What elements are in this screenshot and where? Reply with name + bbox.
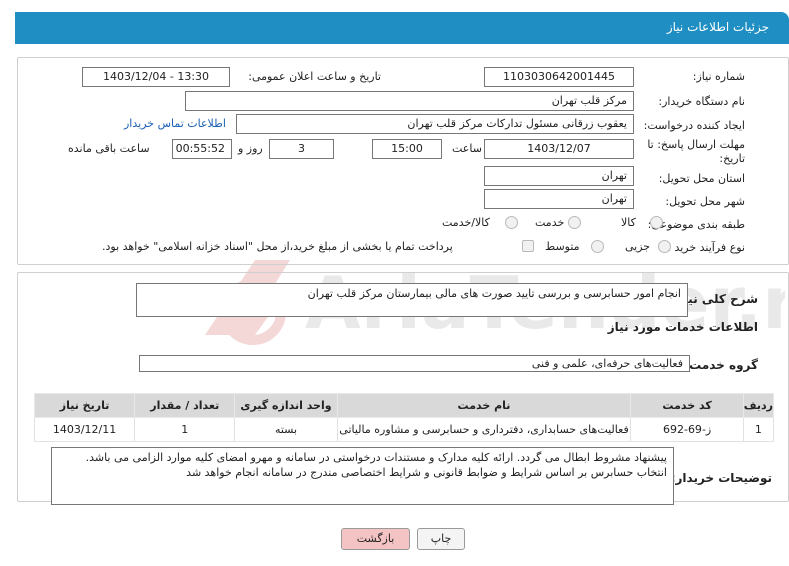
process-type-label: نوع فرآیند خرید :	[667, 241, 745, 254]
col-need-date: تاریخ نیاز	[33, 393, 136, 418]
process-minor-radio[interactable]	[658, 240, 671, 253]
summary-text: انجام امور حسابرسی و بررسی تایید صورت ها…	[307, 287, 681, 300]
category-goods-service-radio[interactable]	[505, 216, 518, 229]
need-number-label: شماره نیاز:	[692, 70, 745, 83]
col-quantity: تعداد / مقدار	[134, 393, 236, 418]
table-row[interactable]: 1 ز-69-692 فعالیت‌های حسابداری، دفترداری…	[33, 417, 775, 442]
need-info-panel	[17, 57, 789, 265]
cell-quantity: 1	[134, 417, 236, 442]
category-goods-radio[interactable]	[650, 216, 663, 229]
need-number-field[interactable]: 1103030642001445	[484, 67, 634, 87]
days-label: روز و	[238, 142, 263, 155]
services-heading: اطلاعات خدمات مورد نیاز	[607, 320, 758, 334]
services-table: ردیف کد خدمت نام خدمت واحد اندازه گیری ت…	[33, 393, 775, 442]
buyer-org-label: نام دستگاه خریدار:	[658, 95, 745, 108]
back-button[interactable]: بازگشت	[341, 528, 410, 550]
deadline-date-field[interactable]: 1403/12/07	[484, 139, 634, 159]
col-service-code: کد خدمت	[630, 393, 744, 418]
cell-service-code: ز-69-692	[630, 417, 744, 442]
process-minor-label: جزیی	[625, 240, 651, 253]
process-medium-label: متوسط	[545, 240, 580, 253]
days-remaining-field[interactable]: 3	[269, 139, 334, 159]
page-title: جزئیات اطلاعات نیاز	[666, 20, 769, 34]
print-button[interactable]: چاپ	[417, 528, 465, 550]
cell-need-date: 1403/12/11	[33, 417, 136, 442]
announce-date-field[interactable]: 1403/12/04 - 13:30	[82, 67, 230, 87]
buyer-notes-label: توضیحات خریدار:	[670, 471, 772, 485]
summary-textarea[interactable]: انجام امور حسابرسی و بررسی تایید صورت ها…	[136, 283, 688, 317]
remaining-time-label: ساعت باقی مانده	[68, 142, 150, 155]
col-unit: واحد اندازه گیری	[234, 393, 338, 418]
cell-unit: بسته	[234, 417, 338, 442]
treasury-payment-checkbox[interactable]	[522, 240, 534, 252]
category-service-radio[interactable]	[568, 216, 581, 229]
buyer-notes-textarea[interactable]: پیشنهاد مشروط ابطال می گردد. ارائه کلیه …	[51, 447, 674, 505]
buyer-org-field[interactable]: مرکز قلب تهران	[185, 91, 634, 111]
deadline-date-label: تاریخ:	[719, 152, 745, 165]
category-goods-label: کالا	[621, 216, 636, 229]
service-group-field[interactable]: فعالیت‌های حرفه‌ای، علمی و فنی	[139, 355, 690, 372]
creator-label: ایجاد کننده درخواست:	[643, 119, 745, 132]
col-row-number: ردیف	[742, 393, 775, 418]
table-header-row: ردیف کد خدمت نام خدمت واحد اندازه گیری ت…	[33, 393, 775, 418]
deadline-time-field[interactable]: 15:00	[372, 139, 442, 159]
province-label: استان محل تحویل:	[658, 172, 745, 185]
cell-row-number: 1	[742, 417, 775, 442]
treasury-payment-note: پرداخت تمام یا بخشی از مبلغ خرید،از محل …	[102, 240, 453, 253]
col-service-name: نام خدمت	[336, 393, 632, 418]
province-field[interactable]: تهران	[484, 166, 634, 186]
category-goods-service-label: کالا/خدمت	[442, 216, 490, 229]
remaining-time-field[interactable]: 00:55:52	[172, 139, 232, 159]
announce-date-label: تاریخ و ساعت اعلان عمومی:	[248, 70, 381, 83]
page-header: جزئیات اطلاعات نیاز	[15, 12, 789, 44]
category-service-label: خدمت	[535, 216, 565, 229]
buyer-notes-text: پیشنهاد مشروط ابطال می گردد. ارائه کلیه …	[85, 451, 667, 479]
buyer-contact-link[interactable]: اطلاعات تماس خریدار	[124, 117, 226, 130]
city-label: شهر محل تحویل:	[665, 195, 745, 208]
creator-field[interactable]: یعقوب زرقانی مسئول تدارکات مرکز قلب تهرا…	[236, 114, 634, 134]
process-medium-radio[interactable]	[591, 240, 604, 253]
deadline-label: مهلت ارسال پاسخ: تا	[647, 138, 745, 151]
service-group-label: گروه خدمت:	[684, 358, 758, 372]
city-field[interactable]: تهران	[484, 189, 634, 209]
deadline-time-label: ساعت	[452, 142, 482, 155]
cell-service-name: فعالیت‌های حسابداری، دفترداری و حسابرسی …	[336, 417, 632, 442]
